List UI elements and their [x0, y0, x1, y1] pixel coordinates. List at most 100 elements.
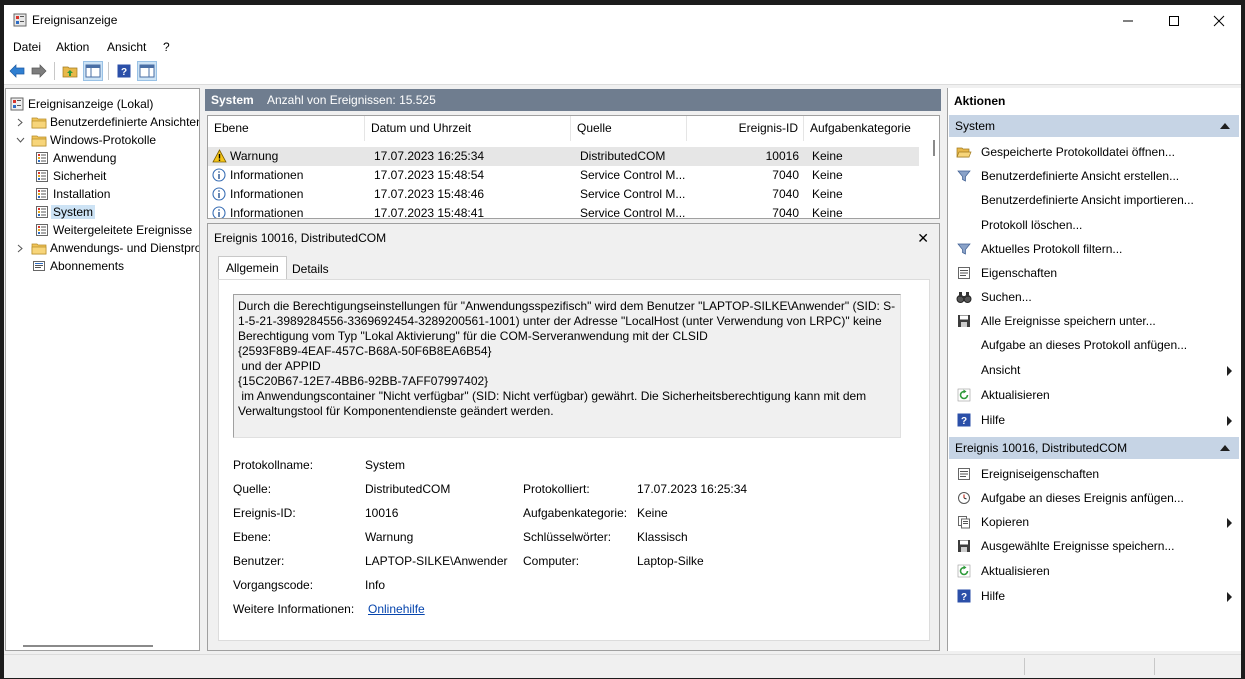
- folder-icon: [31, 240, 47, 256]
- event-viewer-icon: [13, 13, 27, 27]
- action-ausgewählte-ereignisse-speichern[interactable]: Ausgewählte Ereignisse speichern...: [948, 534, 1241, 558]
- action-eigenschaften[interactable]: Eigenschaften: [948, 261, 1241, 285]
- table-row[interactable]: Informationen 17.07.2023 15:48:54 Service …: [208, 166, 919, 185]
- tree-horizontal-scrollbar[interactable]: [23, 645, 153, 647]
- column-header-ereignis-id[interactable]: Ereignis-ID: [687, 116, 804, 141]
- subscription-icon: [31, 258, 47, 274]
- task-icon: [956, 490, 972, 506]
- action-aktualisieren[interactable]: Aktualisieren: [948, 559, 1241, 583]
- action-benutzerdefinierte-ansicht-importieren[interactable]: Benutzerdefinierte Ansicht importieren..…: [948, 188, 1241, 212]
- close-button[interactable]: [1196, 5, 1241, 36]
- action-ereigniseigenschaften[interactable]: Ereigniseigenschaften: [948, 462, 1241, 486]
- tree-node-system[interactable]: System: [34, 203, 96, 221]
- general-tab-panel: Durch die Berechtigungseinstellungen für…: [218, 279, 930, 641]
- minimize-button[interactable]: [1105, 5, 1151, 36]
- prop-label-weitere-informationen: Weitere Informationen:: [233, 602, 355, 616]
- submenu-arrow-icon: [1227, 416, 1232, 426]
- refresh-icon: [956, 563, 972, 579]
- section-title-system: System: [955, 119, 996, 133]
- table-row[interactable]: Informationen 17.07.2023 15:48:41 Service …: [208, 204, 919, 219]
- show-hide-tree-button[interactable]: [83, 61, 103, 81]
- cell-ereignis-id: 10016: [765, 149, 799, 163]
- cell-ebene: Informationen: [230, 187, 304, 201]
- folder-icon: [31, 132, 47, 148]
- svg-text:?: ?: [961, 416, 967, 427]
- action-aufgabe-an-dieses-ereignis-anfügen[interactable]: Aufgabe an dieses Ereignis anfügen...: [948, 486, 1241, 510]
- action-benutzerdefinierte-ansicht-erstellen[interactable]: Benutzerdefinierte Ansicht erstellen...: [948, 164, 1241, 188]
- arrow-right-icon: [31, 64, 47, 78]
- detail-close-icon[interactable]: ✕: [917, 231, 929, 245]
- tree-node-sicherheit[interactable]: Sicherheit: [34, 167, 106, 185]
- menu-datei[interactable]: Datei: [13, 40, 41, 54]
- prop-value-protokolliert: 17.07.2023 16:25:34: [637, 482, 748, 496]
- action-aufgabe-an-dieses-protokoll-anfügen[interactable]: Aufgabe an dieses Protokoll anfügen...: [948, 333, 1241, 357]
- help-button[interactable]: ?: [114, 61, 134, 81]
- log-icon: [34, 168, 50, 184]
- cell-aufgabenkategorie: Keine: [812, 149, 843, 163]
- event-message[interactable]: Durch die Berechtigungseinstellungen für…: [233, 294, 901, 438]
- section-title-event: Ereignis 10016, DistributedCOM: [955, 441, 1128, 455]
- tree-node-ereignisanzeige-lokal-[interactable]: Ereignisanzeige (Lokal): [9, 95, 153, 113]
- event-list-scrollbar[interactable]: [933, 140, 935, 156]
- properties-icon: [956, 265, 972, 281]
- action-suchen[interactable]: Suchen...: [948, 285, 1241, 309]
- tab-details[interactable]: Details: [285, 258, 336, 280]
- action-hilfe[interactable]: ? Hilfe: [948, 408, 1241, 432]
- section-header-system[interactable]: System: [949, 115, 1239, 137]
- warning-icon: [212, 149, 227, 166]
- viewer-icon: [9, 96, 25, 112]
- menu-aktion[interactable]: Aktion: [56, 40, 89, 54]
- chevron-right-icon[interactable]: [15, 117, 25, 127]
- table-row[interactable]: Informationen 17.07.2023 15:48:46 Service …: [208, 185, 919, 204]
- up-button[interactable]: [60, 61, 80, 81]
- submenu-arrow-icon: [1227, 366, 1232, 376]
- menu-ansicht[interactable]: Ansicht: [107, 40, 146, 54]
- action-kopieren[interactable]: Kopieren: [948, 510, 1241, 534]
- action-gespeicherte-protokolldatei-öffnen[interactable]: Gespeicherte Protokolldatei öffnen...: [948, 140, 1241, 164]
- cell-datum: 17.07.2023 15:48:41: [374, 206, 485, 219]
- prop-value-quelle: DistributedCOM: [365, 482, 451, 496]
- chevron-right-icon[interactable]: [15, 243, 25, 253]
- prop-value-protokollname: System: [365, 458, 406, 472]
- back-button[interactable]: [7, 61, 27, 81]
- close-icon: [1213, 15, 1225, 26]
- prop-label-ebene: Ebene:: [233, 530, 272, 544]
- section-header-event[interactable]: Ereignis 10016, DistributedCOM: [949, 437, 1239, 459]
- action-protokoll-löschen[interactable]: Protokoll löschen...: [948, 213, 1241, 237]
- cell-datum: 17.07.2023 15:48:54: [374, 168, 485, 182]
- console-tree-icon: [85, 64, 101, 78]
- status-bar: [4, 654, 1241, 678]
- column-header-aufgabenkategorie[interactable]: Aufgabenkategorie: [804, 116, 919, 141]
- action-hilfe[interactable]: ? Hilfe: [948, 584, 1241, 608]
- cell-quelle: Service Control M...: [580, 168, 686, 182]
- tree-node-abonnements[interactable]: Abonnements: [15, 257, 124, 275]
- column-header-datum[interactable]: Datum und Uhrzeit: [365, 116, 571, 141]
- actions-header: Aktionen: [948, 88, 1241, 112]
- column-header-ebene[interactable]: Ebene: [208, 116, 365, 141]
- tree-node-installation[interactable]: Installation: [34, 185, 110, 203]
- cell-ereignis-id: 7040: [772, 187, 799, 201]
- tree-node-weitergeleitete-ereignisse[interactable]: Weitergeleitete Ereignisse: [34, 221, 192, 239]
- minimize-icon: [1123, 20, 1133, 21]
- action-aktuelles-protokoll-filtern[interactable]: Aktuelles Protokoll filtern...: [948, 237, 1241, 261]
- prop-label-ereignis-id: Ereignis-ID:: [233, 506, 296, 520]
- arrow-left-icon: [9, 64, 25, 78]
- tree-node-anwendung[interactable]: Anwendung: [34, 149, 116, 167]
- online-help-link[interactable]: Onlinehilfe: [368, 602, 425, 616]
- table-row[interactable]: Warnung 17.07.2023 16:25:34 DistributedCOM…: [208, 147, 919, 166]
- tree-node-benutzerdefinierte-ansichten[interactable]: Benutzerdefinierte Ansichten: [15, 113, 199, 131]
- tree-node-anwendungs-und-dienstprotokolle[interactable]: Anwendungs- und Dienstprotokolle: [15, 239, 199, 257]
- action-label: Aktualisieren: [981, 564, 1050, 578]
- column-header-quelle[interactable]: Quelle: [571, 116, 687, 141]
- action-ansicht[interactable]: Ansicht: [948, 358, 1241, 382]
- tab-allgemein[interactable]: Allgemein: [218, 256, 287, 280]
- chevron-down-icon[interactable]: [15, 135, 25, 145]
- forward-button[interactable]: [29, 61, 49, 81]
- action-label: Kopieren: [981, 515, 1030, 529]
- action-alle-ereignisse-speichern-unter[interactable]: Alle Ereignisse speichern unter...: [948, 309, 1241, 333]
- tree-node-windows-protokolle[interactable]: Windows-Protokolle: [15, 131, 156, 149]
- show-hide-action-pane-button[interactable]: [137, 61, 157, 81]
- menu-help[interactable]: ?: [163, 40, 170, 54]
- maximize-button[interactable]: [1151, 5, 1197, 36]
- action-aktualisieren[interactable]: Aktualisieren: [948, 383, 1241, 407]
